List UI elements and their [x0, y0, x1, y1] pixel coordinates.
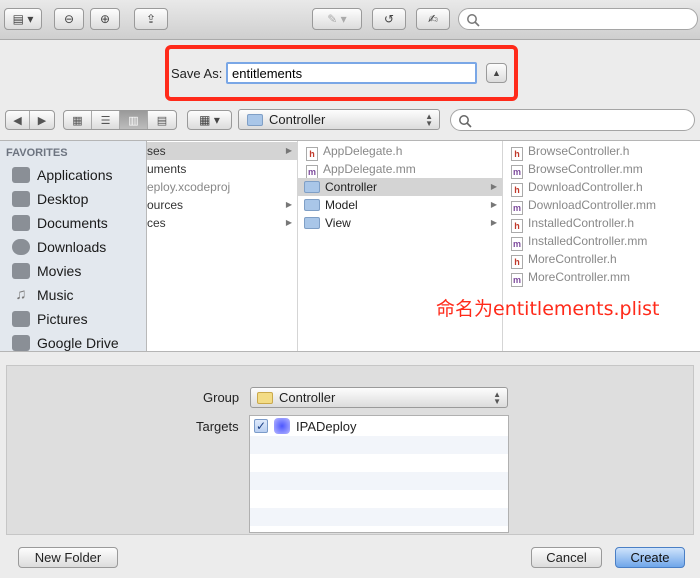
downloads-icon [12, 239, 30, 255]
browser-column-1: ses ▶ uments eploy.xcodeproj ources ▶ ces ▶ [147, 141, 298, 351]
sidebar-item-applications[interactable]: Applications [12, 163, 113, 187]
desktop-icon [12, 191, 30, 207]
list-item[interactable]: h InstalledController.h [503, 214, 700, 233]
app-target-icon [274, 418, 290, 434]
toolbar-search-field[interactable] [458, 8, 698, 30]
pictures-icon [12, 311, 30, 327]
movies-icon [12, 263, 30, 279]
header-file-icon: h [511, 219, 523, 233]
folder-icon [304, 199, 320, 211]
documents-icon [12, 215, 30, 231]
arrange-button[interactable]: ▦ ▾ [187, 110, 232, 130]
list-item[interactable]: m BrowseController.mm [503, 160, 700, 179]
source-file-icon: m [511, 201, 523, 215]
edit-button[interactable]: ✍ [416, 8, 450, 30]
list-item[interactable]: m AppDelegate.mm [298, 160, 502, 179]
source-file-icon: m [511, 165, 523, 179]
list-item[interactable]: h DownloadController.h [503, 178, 700, 197]
targets-label: Targets [196, 419, 239, 434]
sidebar-item-movies[interactable]: Movies [12, 259, 81, 283]
header-file-icon: h [511, 147, 523, 161]
zoom-in-button[interactable]: ⊕ [90, 8, 120, 30]
folder-icon [247, 113, 263, 126]
share-button[interactable]: ⇪ [134, 8, 168, 30]
list-item[interactable]: View ▶ [298, 214, 502, 232]
cancel-button[interactable]: Cancel [531, 547, 602, 568]
source-file-icon: m [306, 165, 318, 179]
column-view-icon[interactable]: ▥ [120, 111, 148, 129]
list-item[interactable]: ources ▶ [147, 196, 297, 214]
create-button[interactable]: Create [615, 547, 685, 568]
sidebar-item-google-drive[interactable]: Google Drive [12, 331, 119, 351]
list-item[interactable]: ces ▶ [147, 214, 297, 232]
folder-icon [304, 217, 320, 229]
group-label: Group [203, 390, 240, 405]
back-forward-control[interactable]: ◀ ▶ [5, 110, 55, 130]
target-checkbox[interactable]: ✓ [254, 419, 268, 433]
header-file-icon: h [511, 255, 523, 269]
browser-search-field[interactable] [450, 109, 695, 131]
music-icon: ♫ [15, 286, 27, 303]
coverflow-view-icon[interactable]: ▤ [148, 111, 176, 129]
sidebar-header: FAVORITES [6, 147, 68, 159]
source-file-icon: m [511, 273, 523, 287]
list-item[interactable]: Model ▶ [298, 196, 502, 214]
search-icon [459, 115, 472, 128]
google-drive-icon [12, 335, 30, 351]
path-folder-label: Controller [269, 112, 326, 127]
icon-view-icon[interactable]: ▦ [64, 111, 92, 129]
popup-arrows-icon: ▲ ▼ [493, 389, 501, 406]
sidebar-item-downloads[interactable]: Downloads [12, 235, 106, 259]
list-item[interactable]: m DownloadController.mm [503, 196, 700, 215]
sidebar-item-desktop[interactable]: Desktop [12, 187, 88, 211]
folder-icon [304, 181, 320, 193]
annotate-button[interactable]: ✎ ▾ [312, 8, 362, 30]
header-file-icon: h [306, 147, 318, 161]
forward-button[interactable]: ▶ [30, 111, 54, 129]
group-popup[interactable]: Controller ▲ ▼ [250, 387, 508, 408]
popup-arrows-icon: ▲ ▼ [425, 111, 433, 128]
group-value: Controller [279, 390, 336, 405]
save-as-field[interactable] [226, 62, 477, 84]
list-item[interactable]: h AppDelegate.h [298, 142, 502, 161]
applications-icon [12, 167, 30, 183]
search-icon [467, 14, 480, 27]
list-item[interactable]: ses ▶ [147, 142, 297, 160]
view-mode-control[interactable]: ▦ ☰ ▥ ▤ [63, 110, 177, 130]
background-toolbar: ▤ ▾ ⊖ ⊕ ⇪ ✎ ▾ ↺ ✍ [0, 0, 700, 40]
table-row[interactable]: ✓ IPADeploy [250, 416, 508, 436]
folder-icon [257, 391, 273, 404]
annotation-text: 命名为entitlements.plist [436, 298, 660, 320]
zoom-out-button[interactable]: ⊖ [54, 8, 84, 30]
list-item[interactable]: eploy.xcodeproj [147, 178, 297, 196]
sidebar-item-music[interactable]: ♫ Music [12, 283, 73, 307]
targets-table: ✓ IPADeploy [249, 415, 509, 533]
list-item[interactable]: h MoreController.h [503, 250, 700, 269]
collapse-button[interactable]: ▲ [486, 63, 507, 83]
list-item[interactable]: Controller ▶ [298, 178, 502, 196]
sidebar: FAVORITES Applications Desktop Documents… [0, 141, 147, 351]
list-item[interactable]: m InstalledController.mm [503, 232, 700, 251]
rotate-button[interactable]: ↺ [372, 8, 406, 30]
back-button[interactable]: ◀ [6, 111, 30, 129]
list-item[interactable]: m MoreController.mm [503, 268, 700, 287]
sidebar-item-documents[interactable]: Documents [12, 211, 108, 235]
path-popup[interactable]: Controller ▲ ▼ [238, 109, 440, 130]
header-file-icon: h [511, 183, 523, 197]
new-folder-button[interactable]: New Folder [18, 547, 118, 568]
save-as-label: Save As: [171, 66, 223, 81]
list-view-icon[interactable]: ☰ [92, 111, 120, 129]
sidebar-toggle-button[interactable]: ▤ ▾ [4, 8, 42, 30]
list-item[interactable]: uments [147, 160, 297, 178]
source-file-icon: m [511, 237, 523, 251]
sidebar-item-pictures[interactable]: Pictures [12, 307, 88, 331]
list-item[interactable]: h BrowseController.h [503, 142, 700, 161]
